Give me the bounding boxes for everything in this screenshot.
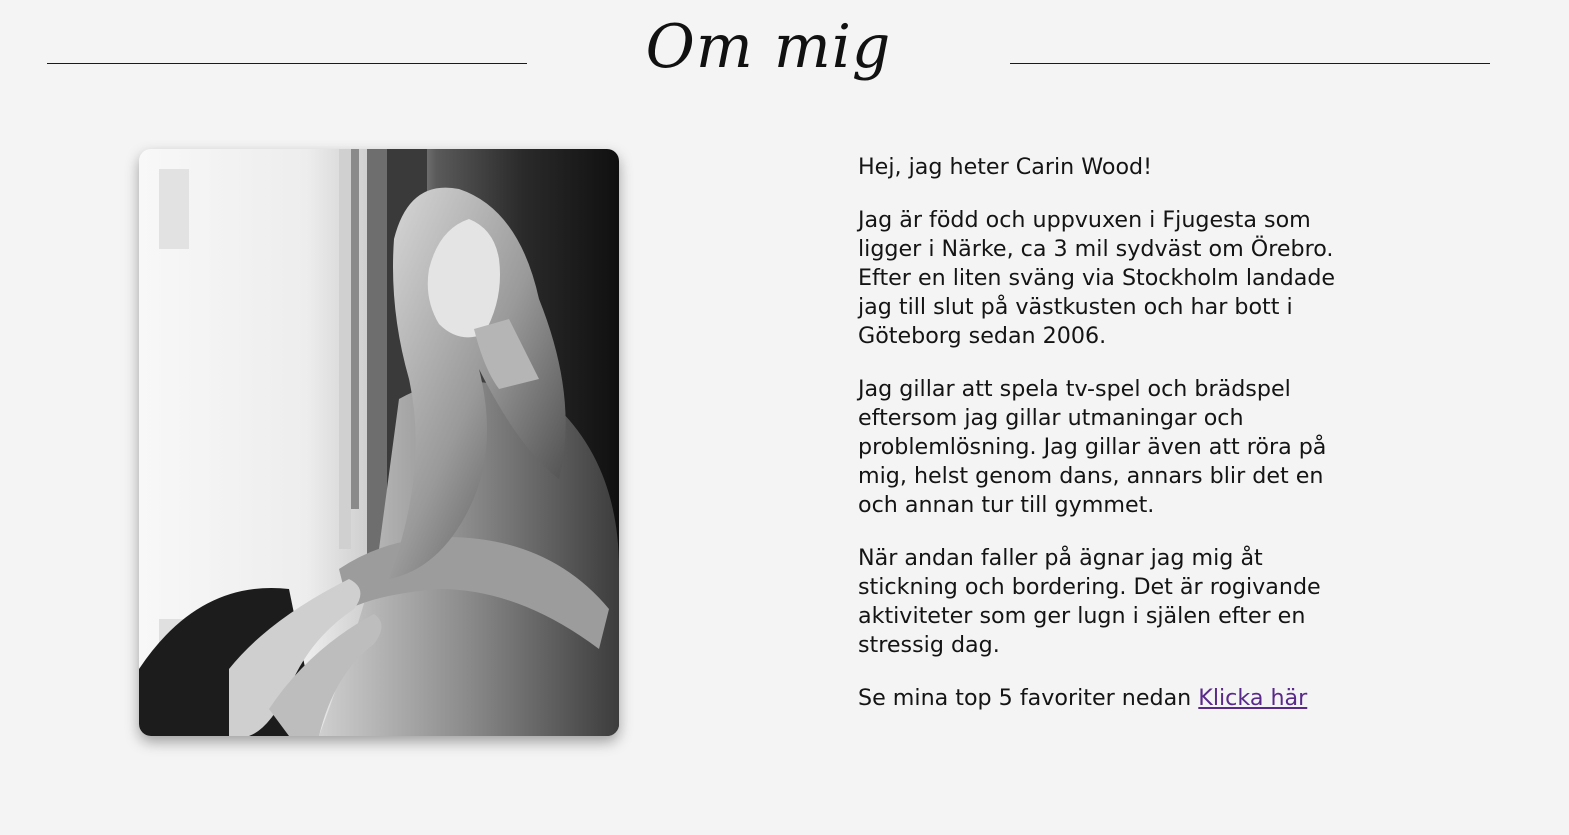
title-rule-left <box>47 63 527 64</box>
favorites-line: Se mina top 5 favoriter nedan Klicka här <box>858 684 1358 713</box>
favorites-link[interactable]: Klicka här <box>1198 685 1307 711</box>
about-paragraph-background: Jag är född och uppvuxen i Fjugesta som … <box>858 207 1336 349</box>
favorites-text: Se mina top 5 favoriter nedan <box>858 685 1199 711</box>
title-rule-right <box>1010 63 1490 64</box>
page-title: Om mig <box>645 12 892 82</box>
greeting-text: Hej, jag heter Carin Wood! <box>858 154 1152 180</box>
portrait-photo <box>139 149 619 736</box>
about-paragraph-crafts: När andan faller på ägnar jag mig åt sti… <box>858 545 1321 658</box>
about-text: Hej, jag heter Carin Wood! Jag är född o… <box>858 153 1358 737</box>
about-paragraph-hobbies: Jag gillar att spela tv-spel och brädspe… <box>858 376 1327 518</box>
